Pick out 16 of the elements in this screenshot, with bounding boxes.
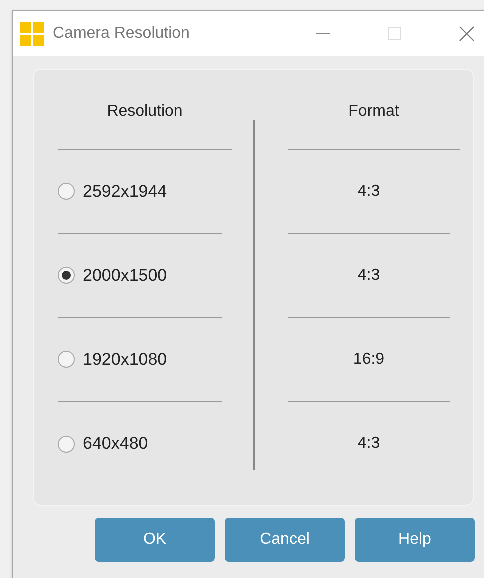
window-title: Camera Resolution xyxy=(53,24,191,44)
resolution-radio[interactable]: 1920x1080 xyxy=(58,346,168,372)
resolution-radio[interactable]: 2592x1944 xyxy=(58,178,168,204)
dialog-button[interactable]: OK xyxy=(95,518,215,562)
close-icon[interactable] xyxy=(459,26,475,42)
format-text: 4:3 xyxy=(358,182,380,202)
dialog-button[interactable]: Cancel xyxy=(225,518,345,562)
app-icon xyxy=(20,22,44,46)
dialog-button[interactable]: Help xyxy=(355,518,475,562)
format-text: 4:3 xyxy=(358,434,380,454)
format-text: 4:3 xyxy=(358,266,380,286)
column-header: Resolution xyxy=(107,102,183,122)
resolution-radio[interactable]: 640x480 xyxy=(58,431,148,457)
format-text: 16:9 xyxy=(353,350,385,370)
resolution-radio[interactable]: 2000x1500 xyxy=(58,262,168,288)
column-header: Format xyxy=(348,102,400,122)
